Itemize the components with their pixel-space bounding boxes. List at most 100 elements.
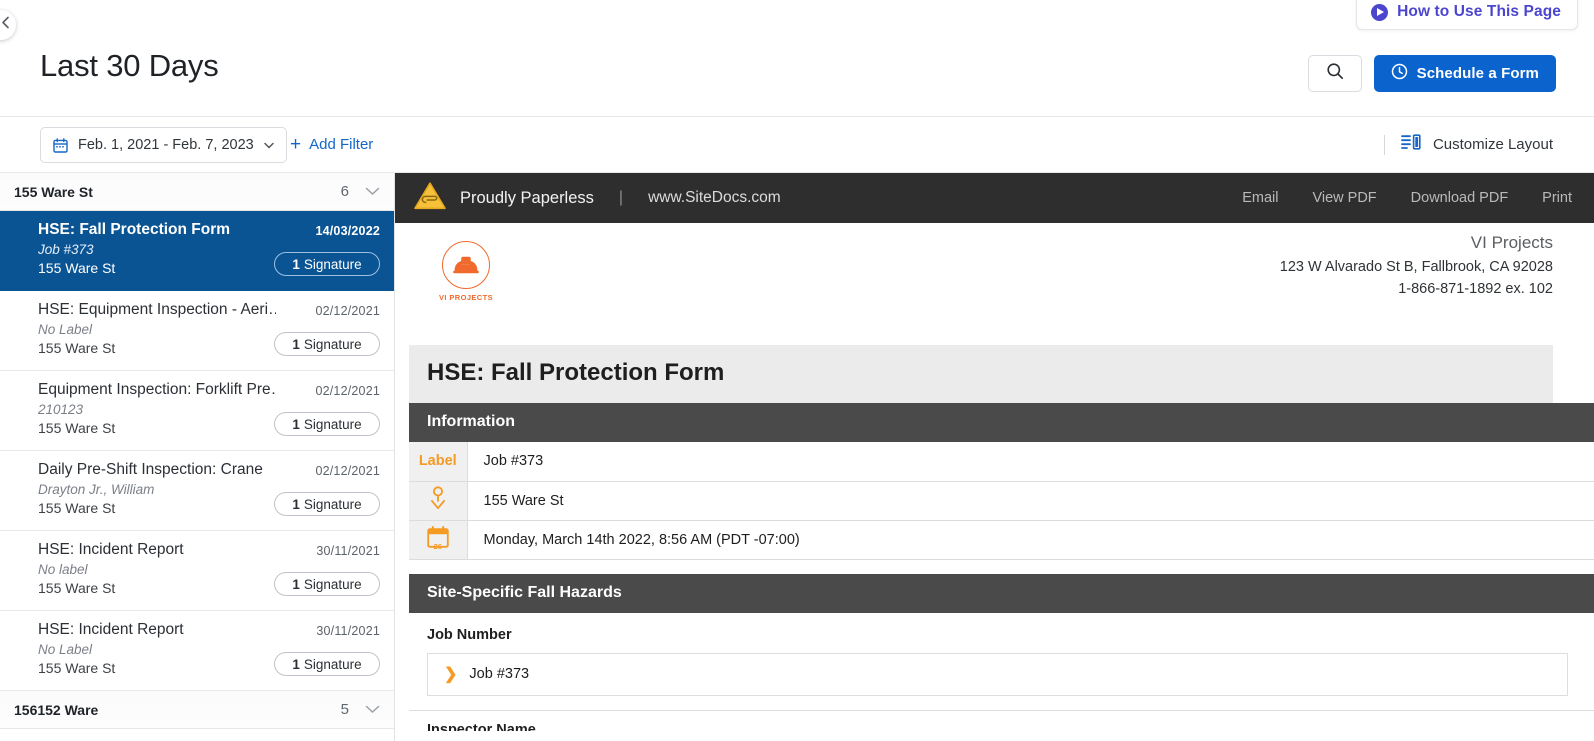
form-date: 30/11/2021 xyxy=(316,544,380,558)
list-group-header[interactable]: 155 Ware St 6 xyxy=(0,173,394,211)
divider xyxy=(1383,134,1385,155)
label-text-icon: Label xyxy=(418,453,457,470)
group-name: 155 Ware St xyxy=(14,183,93,200)
signature-count: 1 xyxy=(292,416,300,432)
how-to-use-this-page-button[interactable]: How to Use This Page xyxy=(1356,0,1578,30)
calendar-day-number: 26 xyxy=(433,542,442,551)
schedule-a-form-label: Schedule a Form xyxy=(1416,65,1539,82)
status-badge[interactable]: 1 Signature xyxy=(274,652,380,676)
company-phone: 1-866-871-1892 ex. 102 xyxy=(1398,281,1553,298)
signature-count: 1 xyxy=(292,496,300,512)
form-name: HSE: Equipment Inspection - Aeri… xyxy=(38,301,276,318)
signature-label: Signature xyxy=(303,336,362,352)
plus-icon: + xyxy=(290,134,302,155)
chevron-down-icon[interactable] xyxy=(365,701,380,719)
list-group-header[interactable]: 156152 Ware 5 xyxy=(0,691,394,729)
table-cell-value: Monday, March 14th 2022, 8:56 AM (PDT -0… xyxy=(467,520,1594,560)
signature-count: 1 xyxy=(292,656,300,672)
map-pin-icon xyxy=(428,486,448,515)
company-info: VI Projects 123 W Alvarado St B, Fallbro… xyxy=(1280,233,1553,301)
list-item[interactable]: HSE: Fall Protection Form Job #373 155 W… xyxy=(0,211,394,291)
search-icon xyxy=(1326,62,1344,85)
list-item[interactable]: HSE: Incident Report No Label 155 Ware S… xyxy=(0,611,394,691)
search-button[interactable] xyxy=(1307,55,1362,92)
document-actions: Email View PDF Download PDF Print xyxy=(1242,190,1572,206)
group-name: 156152 Ware xyxy=(14,701,99,718)
signature-count: 1 xyxy=(292,256,300,272)
signature-label: Signature xyxy=(303,656,362,672)
download-pdf-button[interactable]: Download PDF xyxy=(1411,190,1509,206)
table-row: Label Job #373 xyxy=(409,442,1594,482)
date-range-label: Feb. 1, 2021 - Feb. 7, 2023 xyxy=(78,137,254,153)
page-header: Last 30 Days Schedule a Form xyxy=(0,0,1594,117)
brand-label: Proudly Paperless xyxy=(460,188,594,207)
page-title: Last 30 Days xyxy=(40,48,219,83)
form-title-bar: HSE: Fall Protection Form xyxy=(409,345,1553,403)
chevron-down-icon xyxy=(263,137,274,153)
form-name: HSE: Incident Report xyxy=(38,541,184,558)
field-label: Job Number xyxy=(427,626,512,643)
form-date: 02/12/2021 xyxy=(315,304,380,318)
table-row: 155 Ware St xyxy=(409,481,1594,521)
view-pdf-button[interactable]: View PDF xyxy=(1312,190,1376,206)
field-label-next: Inspector Name xyxy=(427,721,536,731)
sitedocs-brand: Proudly Paperless | www.SiteDocs.com xyxy=(413,181,781,216)
job-number-field: Job Number ❯ Job #373 xyxy=(409,613,1594,696)
how-to-use-label: How to Use This Page xyxy=(1397,3,1561,20)
status-badge[interactable]: 1 Signature xyxy=(274,412,380,436)
document-toolbar: Proudly Paperless | www.SiteDocs.com Ema… xyxy=(395,173,1594,223)
list-item[interactable]: HSE: Equipment Inspection - Aeri… No Lab… xyxy=(0,291,394,371)
list-item[interactable]: Equipment Inspection: Forklift Pre… 2101… xyxy=(0,371,394,451)
company-address: 123 W Alvarado St B, Fallbrook, CA 92028 xyxy=(1279,259,1553,275)
field-value-box: ❯ Job #373 xyxy=(427,652,1568,696)
signature-label: Signature xyxy=(303,256,362,272)
divider xyxy=(409,709,1594,711)
list-item[interactable]: HSE: Incident Report No label 155 Ware S… xyxy=(0,531,394,611)
form-name: HSE: Incident Report xyxy=(38,621,184,638)
signature-label: Signature xyxy=(303,496,362,512)
document-preview-panel: Proudly Paperless | www.SiteDocs.com Ema… xyxy=(395,173,1594,741)
table-cell-value: Job #373 xyxy=(467,442,1594,482)
signature-count: 1 xyxy=(292,336,300,352)
signature-label: Signature xyxy=(303,576,362,592)
customize-layout-button[interactable]: Customize Layout xyxy=(1383,134,1553,155)
date-range-filter[interactable]: Feb. 1, 2021 - Feb. 7, 2023 xyxy=(40,127,287,163)
clock-icon xyxy=(1391,63,1408,84)
company-name: VI Projects xyxy=(1470,233,1553,252)
brand-separator: | xyxy=(618,189,624,206)
status-badge[interactable]: 1 Signature xyxy=(274,332,380,356)
signature-count: 1 xyxy=(292,576,300,592)
email-button[interactable]: Email xyxy=(1242,190,1278,206)
calendar-icon xyxy=(53,137,68,153)
field-value: Job #373 xyxy=(469,666,530,682)
list-item[interactable]: Daily Pre-Shift Inspection: Crane Drayto… xyxy=(0,451,394,531)
chevron-left-icon xyxy=(0,16,10,34)
schedule-a-form-button[interactable]: Schedule a Form xyxy=(1373,55,1556,92)
forms-list-panel[interactable]: 155 Ware St 6 HSE: Fall Protection Form … xyxy=(0,173,395,741)
signature-label: Signature xyxy=(303,416,362,432)
company-logo-text: VI PROJECTS xyxy=(439,293,493,302)
status-badge[interactable]: 1 Signature xyxy=(274,252,380,276)
section-header-information: Information xyxy=(409,403,1594,442)
label-cell xyxy=(409,481,468,521)
group-meta: 5 xyxy=(341,701,380,719)
status-badge[interactable]: 1 Signature xyxy=(274,572,380,596)
form-name: Equipment Inspection: Forklift Pre… xyxy=(38,381,276,398)
paperclip-triangle-logo-icon xyxy=(413,181,447,216)
status-badge[interactable]: 1 Signature xyxy=(274,492,380,516)
form-name: Daily Pre-Shift Inspection: Crane xyxy=(38,461,263,478)
document-body: VI PROJECTS VI Projects 123 W Alvarado S… xyxy=(395,223,1594,741)
add-filter-label: Add Filter xyxy=(309,136,374,153)
form-date: 30/11/2021 xyxy=(316,624,380,638)
form-date: 14/03/2022 xyxy=(315,224,380,238)
form-name: HSE: Fall Protection Form xyxy=(38,221,231,238)
information-table: Label Job #373 155 Ware St 26 Monday, Ma… xyxy=(409,442,1594,560)
group-count: 6 xyxy=(340,183,349,200)
table-cell-value: 155 Ware St xyxy=(467,481,1594,521)
layout-icon xyxy=(1401,134,1421,155)
add-filter-button[interactable]: + Add Filter xyxy=(290,135,373,154)
print-button[interactable]: Print xyxy=(1542,190,1572,206)
table-row: 26 Monday, March 14th 2022, 8:56 AM (PDT… xyxy=(409,520,1594,560)
chevron-down-icon[interactable] xyxy=(365,183,380,201)
form-date: 02/12/2021 xyxy=(315,384,380,398)
